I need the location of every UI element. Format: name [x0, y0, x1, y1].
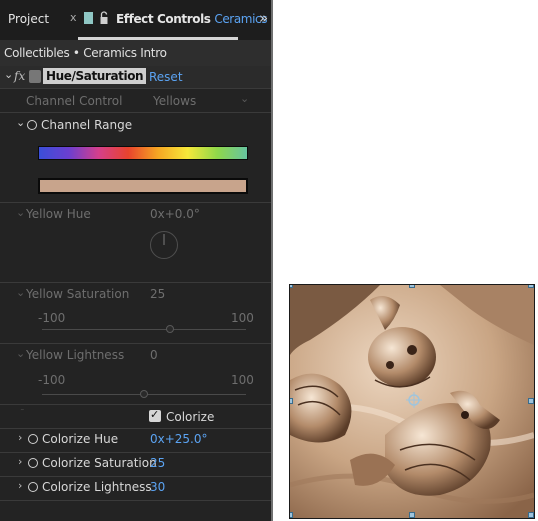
- composition-preview-image[interactable]: [289, 284, 535, 519]
- effect-preset-icon: [29, 70, 41, 83]
- yellow-lightness-max: 100: [231, 373, 254, 387]
- row-divider: [0, 428, 271, 429]
- row-divider: [0, 500, 271, 501]
- yellow-saturation-slider-track[interactable]: [42, 329, 246, 330]
- colorize-lightness-value[interactable]: 30: [150, 480, 165, 494]
- yellow-lightness-slider-thumb[interactable]: [140, 390, 148, 398]
- checkmark-icon: ✓: [150, 408, 160, 421]
- transform-handle[interactable]: [528, 512, 534, 518]
- colorize-saturation-label: Colorize Saturation: [42, 456, 157, 470]
- stopwatch-icon[interactable]: [28, 458, 38, 468]
- channel-range-spectrum[interactable]: [38, 146, 248, 160]
- channel-range-chevron-icon[interactable]: ⌄: [16, 116, 25, 129]
- colorize-row-marker: ˜: [20, 409, 25, 419]
- stopwatch-icon[interactable]: [27, 120, 37, 130]
- row-divider: [0, 476, 271, 477]
- yellow-lightness-min: -100: [38, 373, 66, 387]
- row-divider: [0, 202, 271, 203]
- yellow-saturation-chevron-icon[interactable]: ⌄: [16, 286, 25, 299]
- row-divider: [0, 112, 271, 113]
- colorize-lightness-label: Colorize Lightness: [42, 480, 152, 494]
- effect-header-row: ⌄ fx Hue/Saturation Reset: [0, 66, 271, 88]
- panel-tab-bar: Project x Effect Controls Ceramics Intro…: [0, 0, 271, 40]
- fx-toggle-icon[interactable]: fx: [14, 69, 25, 83]
- tab-effect-controls[interactable]: Effect Controls Ceramics Intro: [116, 12, 271, 26]
- colorize-checkbox[interactable]: ✓: [149, 408, 161, 422]
- channel-control-dropdown[interactable]: Yellows: [153, 94, 196, 108]
- channel-range-label: Channel Range: [41, 118, 133, 132]
- stopwatch-icon[interactable]: [28, 482, 38, 492]
- tab-project[interactable]: Project: [8, 12, 49, 26]
- breadcrumb-separator: •: [72, 46, 80, 60]
- sepia-ceramic-birds-photo: [290, 285, 534, 518]
- effect-controls-panel: Project x Effect Controls Ceramics Intro…: [0, 0, 273, 521]
- yellow-saturation-max: 100: [231, 311, 254, 325]
- transform-handle[interactable]: [409, 512, 415, 518]
- channel-range-output-swatch: [38, 178, 248, 194]
- dial-needle: [163, 234, 165, 245]
- yellow-saturation-min: -100: [38, 311, 66, 325]
- yellow-hue-dial[interactable]: [150, 231, 178, 259]
- yellow-hue-chevron-icon[interactable]: ⌄: [16, 206, 25, 219]
- overflow-menu-icon[interactable]: »: [259, 9, 268, 27]
- colorize-lightness-chevron-icon[interactable]: ›: [18, 479, 22, 492]
- transform-handle[interactable]: [290, 285, 293, 288]
- stopwatch-icon[interactable]: [28, 434, 38, 444]
- row-divider: [0, 452, 271, 453]
- breadcrumb-text: Collectibles • Ceramics Intro: [4, 46, 167, 60]
- row-divider: [0, 88, 271, 89]
- row-divider: [0, 282, 271, 283]
- breadcrumb-child: Ceramics Intro: [83, 46, 167, 60]
- colorize-label: Colorize: [166, 410, 215, 424]
- yellow-saturation-label: Yellow Saturation: [26, 287, 130, 301]
- row-divider: [0, 343, 271, 344]
- lock-icon[interactable]: [100, 10, 108, 24]
- colorize-hue-chevron-icon[interactable]: ›: [18, 431, 22, 444]
- tab-effect-controls-label: Effect Controls: [116, 12, 211, 26]
- yellow-saturation-slider-thumb[interactable]: [165, 325, 174, 333]
- transform-handle[interactable]: [290, 398, 293, 404]
- transform-handle[interactable]: [290, 512, 293, 518]
- close-tab-icon[interactable]: x: [70, 11, 77, 24]
- yellow-lightness-label: Yellow Lightness: [26, 348, 125, 362]
- colorize-hue-label: Colorize Hue: [42, 432, 119, 446]
- colorize-hue-value[interactable]: 0x+25.0°: [150, 432, 208, 446]
- panel-menu-icon[interactable]: [84, 12, 93, 24]
- row-divider: [0, 404, 271, 405]
- effect-expand-chevron-icon[interactable]: ⌄: [4, 68, 13, 81]
- effect-name-label[interactable]: Hue/Saturation: [43, 68, 147, 84]
- yellow-hue-label: Yellow Hue: [26, 207, 91, 221]
- yellow-saturation-value[interactable]: 25: [150, 287, 165, 301]
- transform-handle[interactable]: [528, 398, 534, 404]
- reset-button[interactable]: Reset: [149, 70, 183, 84]
- dropdown-chevron-icon[interactable]: ⌄: [240, 92, 249, 105]
- yellow-lightness-chevron-icon[interactable]: ⌄: [16, 347, 25, 360]
- yellow-hue-value[interactable]: 0x+0.0°: [150, 207, 200, 221]
- colorize-saturation-value[interactable]: 25: [150, 456, 165, 470]
- breadcrumb-parent: Collectibles: [4, 46, 70, 60]
- breadcrumb: Collectibles • Ceramics Intro: [0, 40, 271, 66]
- yellow-lightness-value[interactable]: 0: [150, 348, 158, 362]
- transform-handle[interactable]: [528, 285, 534, 288]
- channel-control-label: Channel Control: [26, 94, 123, 108]
- colorize-saturation-chevron-icon[interactable]: ›: [18, 455, 22, 468]
- transform-handle[interactable]: [409, 285, 415, 288]
